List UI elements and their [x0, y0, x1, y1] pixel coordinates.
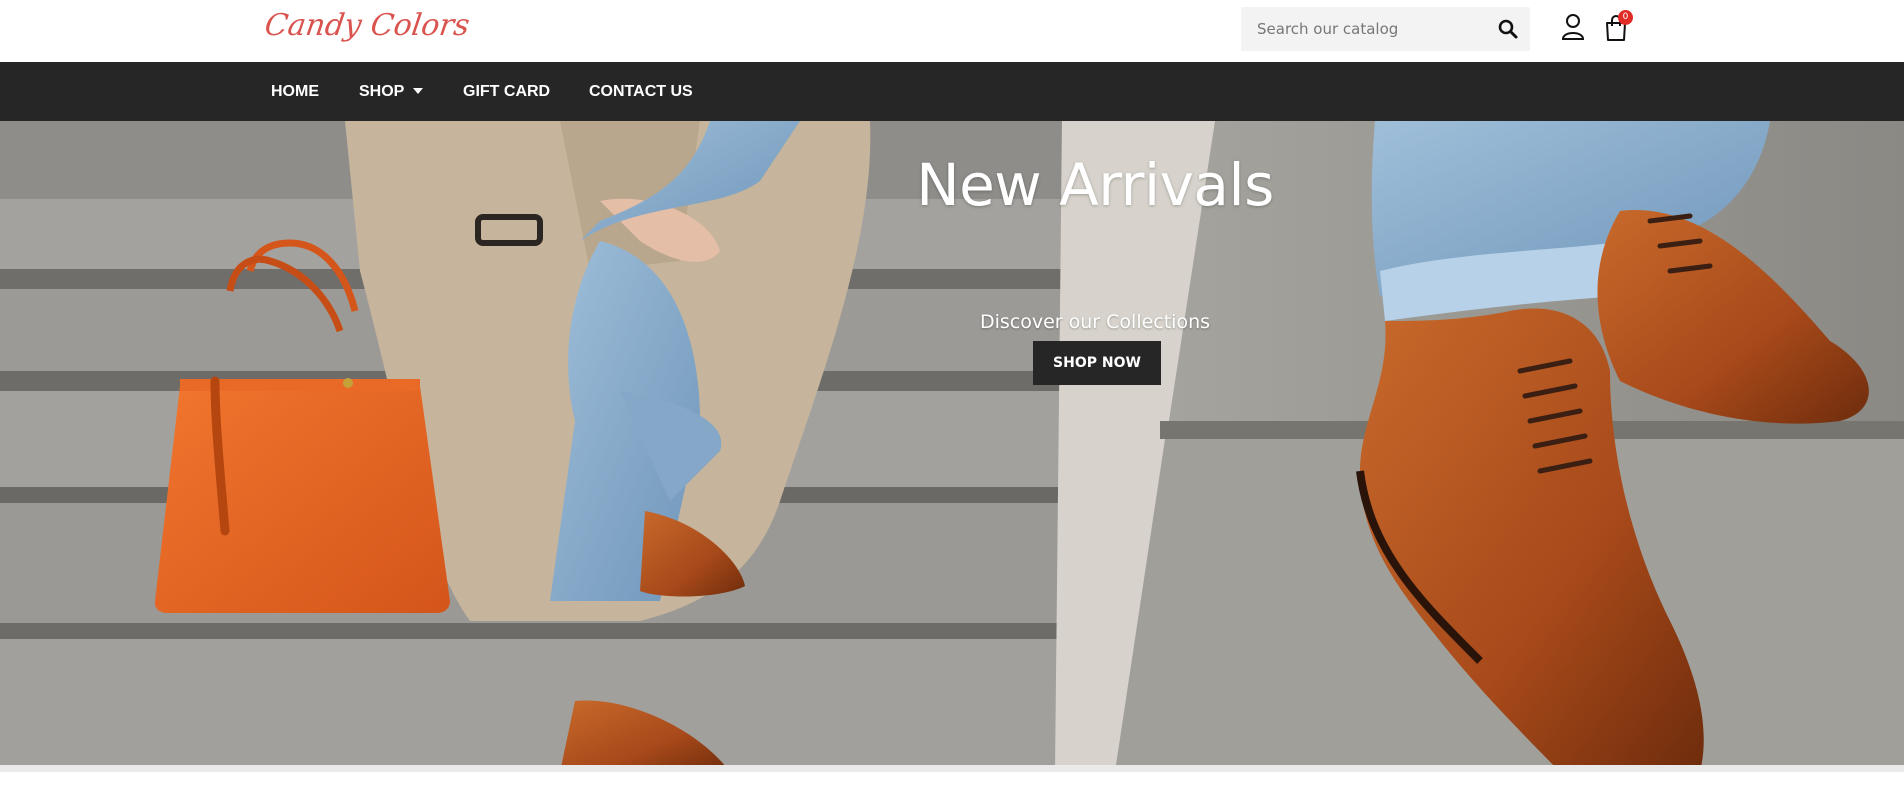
- nav-item-shop[interactable]: SHOP: [359, 62, 424, 121]
- nav-item-shop-label: SHOP: [359, 83, 405, 100]
- search-bar: [1241, 7, 1530, 51]
- nav-item-home[interactable]: HOME: [271, 62, 319, 121]
- nav-item-gift-card[interactable]: GIFT CARD: [463, 62, 550, 121]
- main-navigation: HOME SHOP GIFT CARD CONTACT US: [0, 62, 1904, 121]
- nav-item-contact-us[interactable]: CONTACT US: [589, 62, 693, 121]
- top-header: Candy Colors 0: [0, 0, 1904, 62]
- brand-logo[interactable]: Candy Colors: [263, 8, 472, 43]
- hero-title: New Arrivals: [916, 151, 1274, 219]
- cart-count-badge: 0: [1618, 10, 1633, 25]
- search-icon: [1498, 19, 1518, 39]
- shop-now-button[interactable]: SHOP NOW: [1033, 341, 1161, 385]
- hero-subtitle: Discover our Collections: [979, 311, 1211, 333]
- caret-down-icon: [413, 88, 424, 94]
- user-icon: [1561, 14, 1585, 40]
- search-input[interactable]: [1241, 7, 1481, 51]
- search-button[interactable]: [1496, 17, 1520, 41]
- hero-banner: New Arrivals Discover our Collections SH…: [0, 121, 1904, 772]
- account-button[interactable]: [1560, 13, 1586, 41]
